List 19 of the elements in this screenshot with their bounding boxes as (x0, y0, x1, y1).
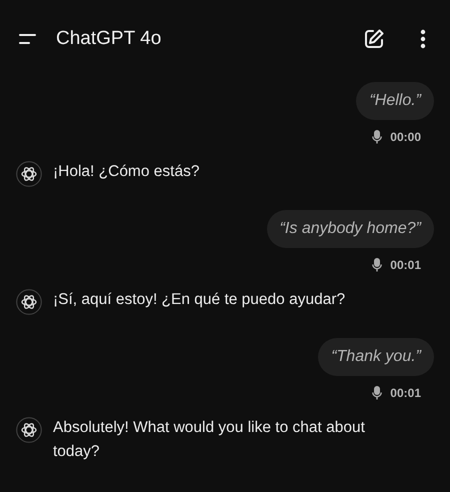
user-message: “Thank you.” (318, 338, 434, 376)
assistant-avatar-icon (16, 161, 42, 187)
microphone-icon (372, 386, 382, 400)
voice-duration: 00:01 (390, 258, 421, 272)
assistant-message: ¡Sí, aquí estoy! ¿En qué te puedo ayudar? (53, 290, 346, 310)
microphone-icon (372, 130, 382, 144)
assistant-avatar-icon (16, 417, 42, 443)
more-options-icon[interactable] (420, 29, 426, 49)
assistant-avatar-icon (16, 289, 42, 315)
user-message: “Is anybody home?” (266, 210, 434, 248)
voice-duration: 00:00 (390, 130, 421, 144)
menu-icon[interactable] (18, 33, 38, 45)
new-chat-icon[interactable] (363, 28, 385, 50)
assistant-message: Absolutely! What would you like to chat about today? (53, 418, 366, 462)
voice-duration: 00:01 (390, 386, 421, 400)
user-message: “Hello.” (356, 82, 434, 120)
chat-title[interactable]: ChatGPT 4o (56, 28, 363, 50)
assistant-message: ¡Hola! ¿Cómo estás? (53, 162, 200, 182)
microphone-icon (372, 258, 382, 272)
